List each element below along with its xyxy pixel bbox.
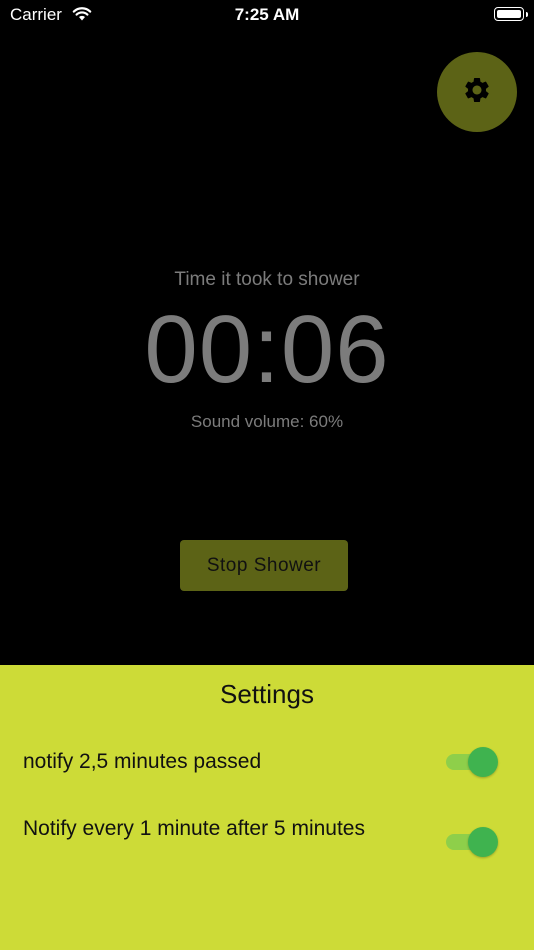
toggle-thumb bbox=[468, 827, 498, 857]
gear-icon bbox=[462, 75, 492, 110]
settings-title: Settings bbox=[220, 679, 314, 709]
toggle-thumb bbox=[468, 747, 498, 777]
stop-shower-button[interactable]: Stop Shower bbox=[180, 540, 348, 591]
notify-2-5-toggle[interactable] bbox=[444, 745, 500, 779]
notify-every-minute-toggle[interactable] bbox=[444, 825, 500, 859]
settings-panel: Settings notify 2,5 minutes passed Notif… bbox=[0, 665, 534, 950]
timer-caption: Time it took to shower bbox=[174, 269, 360, 290]
timer-value: 00:06 bbox=[144, 296, 390, 403]
status-bar: Carrier 7:25 AM bbox=[0, 0, 534, 30]
setting-label: Notify every 1 minute after 5 minutes bbox=[23, 817, 365, 840]
status-time: 7:25 AM bbox=[234, 5, 300, 24]
settings-button[interactable] bbox=[437, 52, 517, 132]
battery-icon bbox=[494, 7, 528, 21]
setting-label: notify 2,5 minutes passed bbox=[23, 750, 262, 773]
sound-volume-label: Sound volume: 60% bbox=[190, 412, 344, 431]
